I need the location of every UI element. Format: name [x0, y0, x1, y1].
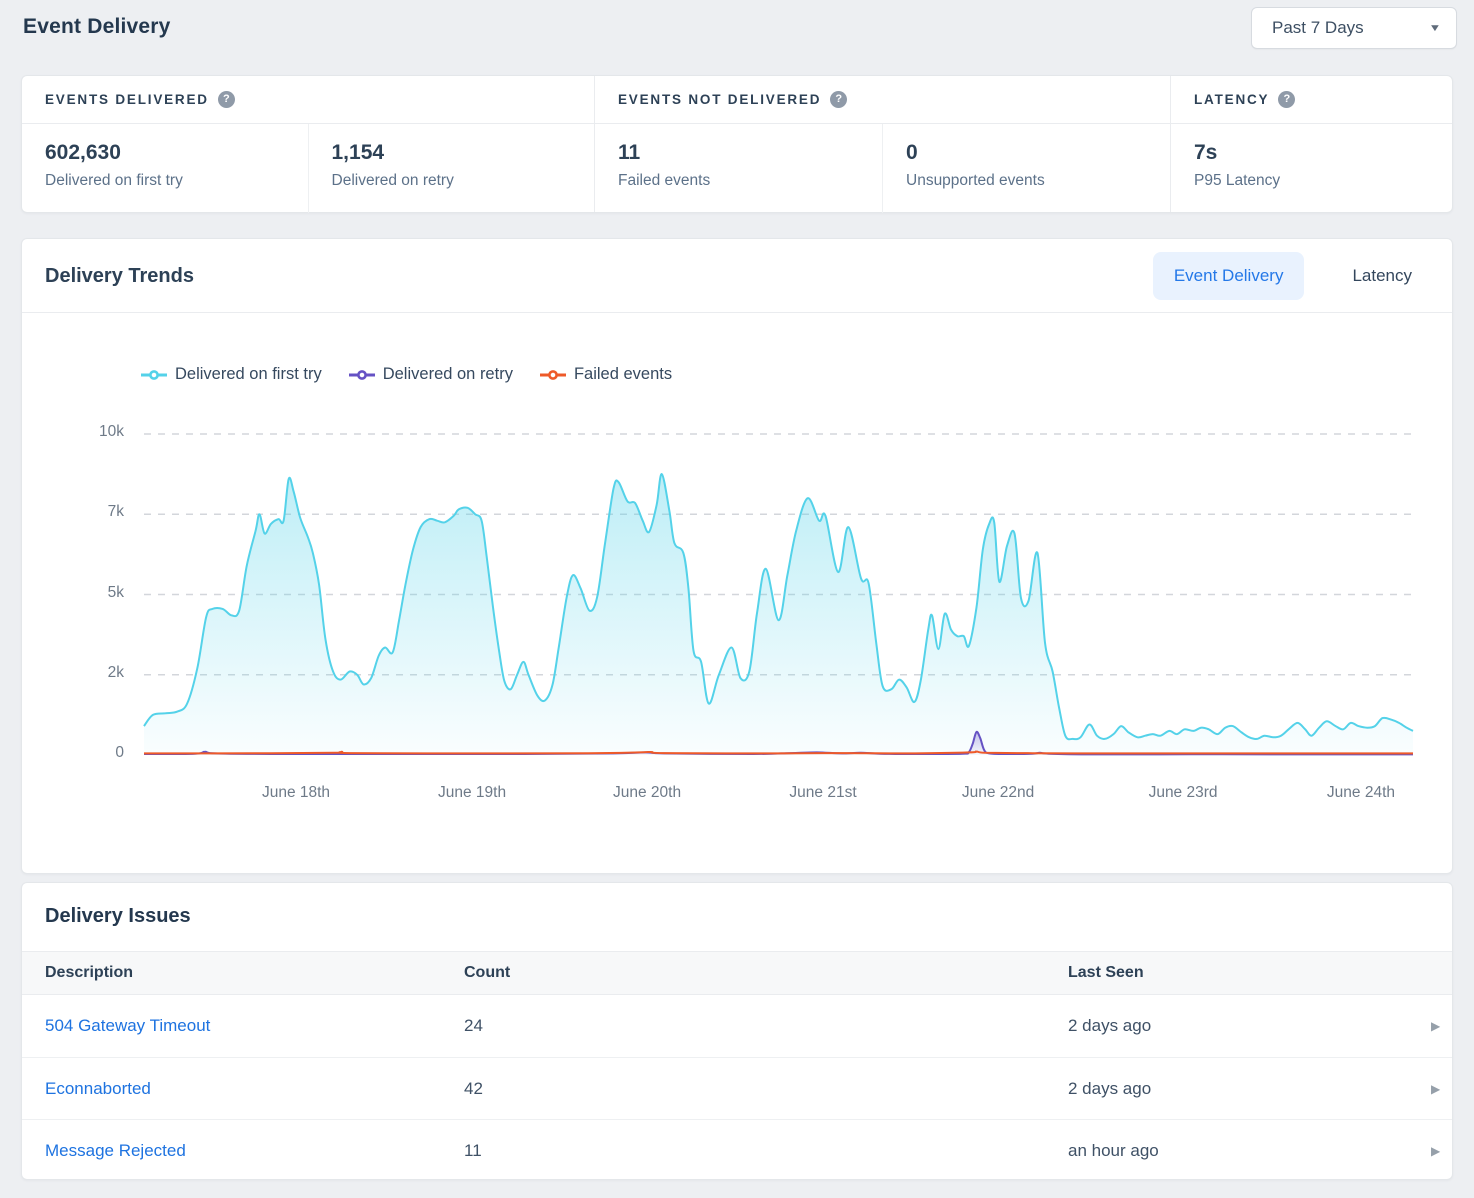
metric-retry: 1,154 Delivered on retry	[308, 124, 595, 213]
help-icon[interactable]: ?	[1278, 91, 1295, 108]
legend-item[interactable]: Delivered on first try	[141, 365, 322, 384]
metric-p95-latency: 7s P95 Latency	[1171, 124, 1452, 213]
legend-marker-icon	[141, 369, 167, 381]
table-row[interactable]: Econnaborted 42 2 days ago ▶	[22, 1057, 1452, 1119]
x-tick-label: June 19th	[438, 784, 506, 802]
metric-value: 1,154	[332, 141, 595, 165]
legend-marker-icon	[349, 369, 375, 381]
issue-count: 24	[464, 1016, 1068, 1036]
stat-group-label: EVENTS DELIVERED	[45, 92, 209, 107]
help-icon[interactable]: ?	[218, 91, 235, 108]
legend-label: Delivered on retry	[383, 365, 513, 384]
table-row[interactable]: Message Rejected 11 an hour ago ▶	[22, 1119, 1452, 1180]
metric-first-try: 602,630 Delivered on first try	[22, 124, 308, 213]
trends-title: Delivery Trends	[45, 239, 194, 313]
y-tick-label: 0	[58, 744, 124, 762]
chevron-right-icon[interactable]: ▶	[1431, 1144, 1440, 1158]
trends-tabs: Event Delivery Latency	[1153, 252, 1438, 300]
stats-summary-card: EVENTS DELIVERED ? 602,630 Delivered on …	[21, 75, 1453, 213]
metric-failed: 11 Failed events	[595, 124, 882, 213]
delivery-issues-card: Delivery Issues Description Count Last S…	[21, 882, 1453, 1180]
col-count: Count	[464, 964, 1068, 982]
col-last-seen: Last Seen	[1068, 964, 1417, 982]
chevron-right-icon[interactable]: ▶	[1431, 1082, 1440, 1096]
x-tick-label: June 22nd	[962, 784, 1034, 802]
metric-caption: Delivered on retry	[332, 172, 595, 190]
issues-table-header: Description Count Last Seen	[22, 951, 1452, 995]
tab-latency[interactable]: Latency	[1326, 252, 1438, 300]
metric-caption: Delivered on first try	[45, 172, 308, 190]
issue-count: 42	[464, 1079, 1068, 1099]
issue-last-seen: 2 days ago	[1068, 1079, 1417, 1099]
stat-group-events-delivered: EVENTS DELIVERED ? 602,630 Delivered on …	[22, 76, 594, 212]
issue-description-link[interactable]: Message Rejected	[45, 1141, 186, 1160]
x-tick-label: June 20th	[613, 784, 681, 802]
issue-description-link[interactable]: Econnaborted	[45, 1079, 151, 1098]
trend-chart: Delivered on first try Delivered on retry…	[22, 313, 1452, 874]
stat-group-label: LATENCY	[1194, 92, 1269, 107]
stat-group-latency: LATENCY ? 7s P95 Latency	[1170, 76, 1452, 212]
col-description: Description	[45, 964, 464, 982]
metric-caption: P95 Latency	[1194, 172, 1452, 190]
metric-value: 602,630	[45, 141, 308, 165]
page-title: Event Delivery	[23, 15, 171, 39]
y-tick-label: 2k	[58, 664, 124, 682]
help-icon[interactable]: ?	[830, 91, 847, 108]
trend-chart-plot	[144, 430, 1413, 762]
y-tick-label: 10k	[58, 423, 124, 441]
issue-last-seen: an hour ago	[1068, 1141, 1417, 1161]
legend-label: Delivered on first try	[175, 365, 322, 384]
legend-item[interactable]: Delivered on retry	[349, 365, 513, 384]
issue-count: 11	[464, 1141, 1068, 1161]
metric-value: 11	[618, 141, 882, 165]
y-tick-label: 5k	[58, 584, 124, 602]
caret-down-icon: ▼	[1429, 23, 1442, 34]
metric-value: 7s	[1194, 141, 1452, 165]
x-tick-label: June 18th	[262, 784, 330, 802]
issue-last-seen: 2 days ago	[1068, 1016, 1417, 1036]
metric-caption: Failed events	[618, 172, 882, 190]
metric-caption: Unsupported events	[906, 172, 1170, 190]
trends-header: Delivery Trends Event Delivery Latency	[22, 239, 1452, 313]
legend-marker-icon	[540, 369, 566, 381]
issues-title: Delivery Issues	[22, 883, 1452, 951]
legend-label: Failed events	[574, 365, 672, 384]
legend-item[interactable]: Failed events	[540, 365, 672, 384]
event-delivery-page: Event Delivery Past 7 Days ▼ EVENTS DELI…	[0, 0, 1474, 1198]
table-row[interactable]: 504 Gateway Timeout 24 2 days ago ▶	[22, 995, 1452, 1057]
chart-legend: Delivered on first try Delivered on retry…	[141, 365, 672, 384]
delivery-trends-card: Delivery Trends Event Delivery Latency D…	[21, 238, 1453, 874]
y-tick-label: 7k	[58, 503, 124, 521]
metric-value: 0	[906, 141, 1170, 165]
stat-group-events-not-delivered: EVENTS NOT DELIVERED ? 11 Failed events …	[594, 76, 1170, 212]
time-range-dropdown[interactable]: Past 7 Days ▼	[1251, 7, 1457, 49]
stat-group-label: EVENTS NOT DELIVERED	[618, 92, 821, 107]
x-tick-label: June 23rd	[1149, 784, 1218, 802]
page-header: Event Delivery Past 7 Days ▼	[0, 0, 1474, 75]
tab-event-delivery[interactable]: Event Delivery	[1153, 252, 1305, 300]
x-tick-label: June 24th	[1327, 784, 1395, 802]
metric-unsupported: 0 Unsupported events	[882, 124, 1170, 213]
issues-table: Description Count Last Seen 504 Gateway …	[22, 951, 1452, 1180]
x-tick-label: June 21st	[789, 784, 856, 802]
time-range-value: Past 7 Days	[1272, 18, 1364, 38]
chevron-right-icon[interactable]: ▶	[1431, 1019, 1440, 1033]
issue-description-link[interactable]: 504 Gateway Timeout	[45, 1016, 210, 1035]
